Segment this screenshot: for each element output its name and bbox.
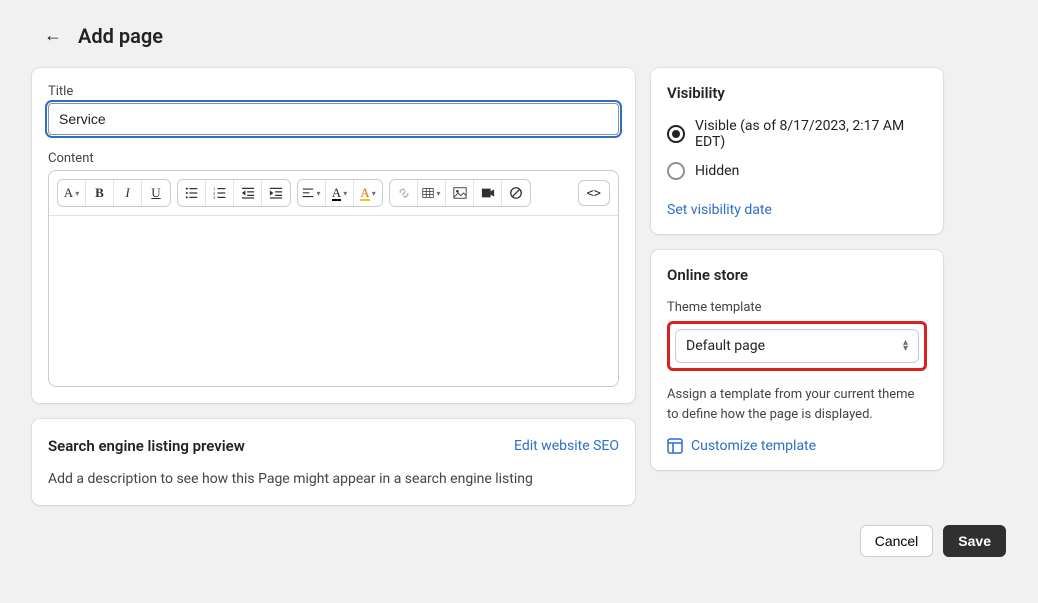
layout-icon <box>667 438 683 454</box>
theme-template-value: Default page <box>686 338 765 354</box>
radio-checked-icon <box>667 125 685 143</box>
page-title: Add page <box>78 24 163 48</box>
svg-text:3: 3 <box>213 195 216 200</box>
text-color-button[interactable]: A▾ <box>326 180 354 206</box>
back-arrow-icon[interactable]: ← <box>44 27 62 45</box>
video-button[interactable] <box>474 180 502 206</box>
customize-template-link[interactable]: Customize template <box>667 438 927 454</box>
indent-button[interactable] <box>262 180 290 206</box>
paragraph-style-button[interactable]: A▾ <box>58 180 86 206</box>
title-input[interactable] <box>48 103 619 135</box>
edit-seo-link[interactable]: Edit website SEO <box>514 438 619 454</box>
outdent-button[interactable] <box>234 180 262 206</box>
link-button <box>390 180 418 206</box>
highlight-color-button[interactable]: A▾ <box>354 180 382 206</box>
show-html-button[interactable]: <> <box>578 180 610 206</box>
clear-format-button[interactable] <box>502 180 530 206</box>
save-button[interactable]: Save <box>943 525 1006 557</box>
rich-text-editor: A▾ B I U 123 <box>48 170 619 387</box>
seo-heading: Search engine listing preview <box>48 437 245 455</box>
set-visibility-date-link[interactable]: Set visibility date <box>667 202 772 218</box>
content-label: Content <box>48 151 619 166</box>
numbered-list-button[interactable]: 123 <box>206 180 234 206</box>
chevron-down-icon: ▾ <box>372 189 376 198</box>
italic-button[interactable]: I <box>114 180 142 206</box>
online-store-heading: Online store <box>667 266 927 284</box>
cancel-button[interactable]: Cancel <box>860 525 934 557</box>
visibility-visible-label: Visible (as of 8/17/2023, 2:17 AM EDT) <box>695 118 927 150</box>
chevron-down-icon: ▾ <box>436 189 440 198</box>
radio-unchecked-icon <box>667 162 685 180</box>
chevron-down-icon: ▾ <box>343 189 347 198</box>
select-chevron-icon: ▴▾ <box>903 340 908 352</box>
seo-description: Add a description to see how this Page m… <box>48 471 619 487</box>
visibility-hidden-label: Hidden <box>695 163 739 179</box>
table-button[interactable]: ▾ <box>418 180 446 206</box>
underline-button[interactable]: U <box>142 180 170 206</box>
visibility-heading: Visibility <box>667 84 927 102</box>
align-button[interactable]: ▾ <box>298 180 326 206</box>
visibility-visible-option[interactable]: Visible (as of 8/17/2023, 2:17 AM EDT) <box>667 118 927 150</box>
template-select-highlight: Default page ▴▾ <box>667 321 927 371</box>
chevron-down-icon: ▾ <box>75 189 79 198</box>
visibility-hidden-option[interactable]: Hidden <box>667 162 927 180</box>
editor-toolbar: A▾ B I U 123 <box>49 171 618 216</box>
editor-content-area[interactable] <box>49 216 618 386</box>
bold-button[interactable]: B <box>86 180 114 206</box>
theme-template-label: Theme template <box>667 300 927 315</box>
template-helper-text: Assign a template from your current them… <box>667 385 927 424</box>
image-button[interactable] <box>446 180 474 206</box>
chevron-down-icon: ▾ <box>316 189 320 198</box>
customize-template-label: Customize template <box>691 438 816 454</box>
bullet-list-button[interactable] <box>178 180 206 206</box>
theme-template-select[interactable]: Default page ▴▾ <box>675 329 919 363</box>
title-label: Title <box>48 84 619 99</box>
